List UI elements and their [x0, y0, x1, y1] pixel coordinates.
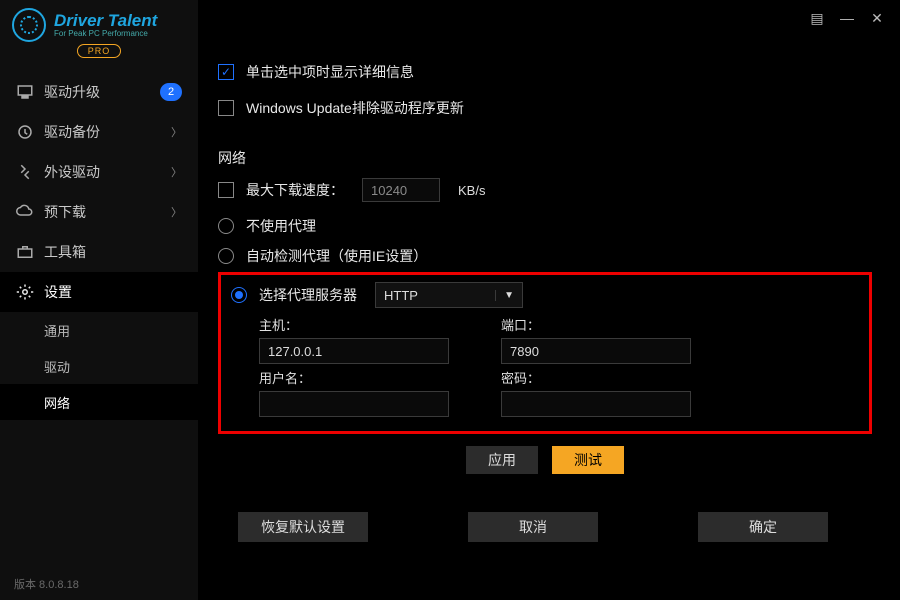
max-speed-label: 最大下载速度： [246, 180, 344, 200]
section-title-network: 网络 [218, 148, 872, 168]
cancel-button[interactable]: 取消 [468, 512, 598, 542]
ok-button[interactable]: 确定 [698, 512, 828, 542]
nav: 驱动升级 2 驱动备份 〉 外设驱动 〉 预下载 〉 工具箱 [0, 72, 198, 568]
sidebar: Driver Talent For Peak PC Performance PR… [0, 0, 198, 600]
port-label: 端口： [501, 315, 701, 334]
app-title: Driver Talent [54, 12, 157, 29]
app-logo-icon [12, 8, 46, 42]
max-speed-input[interactable] [362, 178, 440, 202]
pass-input[interactable] [501, 391, 691, 417]
sidebar-item-driver-upgrade[interactable]: 驱动升级 2 [0, 72, 198, 112]
chevron-right-icon: 〉 [171, 204, 182, 220]
sidebar-subitem-label: 通用 [44, 321, 70, 340]
gear-icon [16, 283, 34, 301]
sidebar-item-label: 驱动升级 [44, 82, 150, 102]
checkbox-wu-exclude[interactable] [218, 100, 234, 116]
sidebar-item-label: 外设驱动 [44, 162, 161, 182]
radio-proxy-none[interactable] [218, 218, 234, 234]
sidebar-subitem-label: 驱动 [44, 357, 70, 376]
host-label: 主机： [259, 315, 459, 334]
port-input[interactable] [501, 338, 691, 364]
monitor-icon [16, 83, 34, 101]
logo: Driver Talent For Peak PC Performance PR… [0, 0, 198, 60]
checkbox-max-speed[interactable] [218, 182, 234, 198]
host-input[interactable] [259, 338, 449, 364]
sidebar-subitem-network[interactable]: 网络 [0, 384, 198, 420]
checkbox-label: 单击选中项时显示详细信息 [246, 62, 414, 82]
close-button[interactable]: ✕ [862, 3, 892, 33]
user-input[interactable] [259, 391, 449, 417]
pass-label: 密码： [501, 368, 701, 387]
checkbox-label: Windows Update排除驱动程序更新 [246, 98, 464, 118]
sidebar-subitem-general[interactable]: 通用 [0, 312, 198, 348]
manual-proxy-box: 选择代理服务器 HTTP ▼ 主机： 端口： 用户名： [218, 272, 872, 434]
sidebar-item-toolbox[interactable]: 工具箱 [0, 232, 198, 272]
radio-label: 自动检测代理（使用IE设置） [246, 246, 427, 266]
chevron-right-icon: 〉 [171, 164, 182, 180]
sidebar-item-predownload[interactable]: 预下载 〉 [0, 192, 198, 232]
test-button[interactable]: 测试 [552, 446, 624, 474]
apply-button[interactable]: 应用 [466, 446, 538, 474]
sidebar-subitem-driver[interactable]: 驱动 [0, 348, 198, 384]
radio-proxy-auto[interactable] [218, 248, 234, 264]
user-label: 用户名： [259, 368, 459, 387]
menu-icon[interactable]: ▤ [802, 3, 832, 33]
badge-count: 2 [160, 83, 182, 101]
chevron-down-icon: ▼ [495, 290, 514, 301]
cloud-download-icon [16, 203, 34, 221]
checkbox-show-detail[interactable] [218, 64, 234, 80]
sidebar-subitem-label: 网络 [44, 393, 70, 412]
sidebar-item-label: 预下载 [44, 202, 161, 222]
sidebar-item-label: 驱动备份 [44, 122, 161, 142]
app-subtitle: For Peak PC Performance [54, 29, 157, 39]
proxy-type-value: HTTP [384, 288, 418, 303]
titlebar: ▤ — ✕ [794, 0, 900, 36]
speed-unit: KB/s [458, 183, 485, 198]
main-panel: ▤ — ✕ 单击选中项时显示详细信息 Windows Update排除驱动程序更… [198, 0, 900, 600]
pro-badge: PRO [77, 44, 122, 58]
radio-proxy-manual[interactable] [231, 287, 247, 303]
minimize-button[interactable]: — [832, 3, 862, 33]
sidebar-item-label: 工具箱 [44, 242, 182, 262]
usb-icon [16, 163, 34, 181]
clock-icon [16, 123, 34, 141]
proxy-type-select[interactable]: HTTP ▼ [375, 282, 523, 308]
radio-label: 不使用代理 [246, 216, 316, 236]
sidebar-item-peripheral[interactable]: 外设驱动 〉 [0, 152, 198, 192]
restore-defaults-button[interactable]: 恢复默认设置 [238, 512, 368, 542]
version-label: 版本 8.0.8.18 [0, 568, 198, 600]
radio-label: 选择代理服务器 [259, 285, 357, 305]
sidebar-item-label: 设置 [44, 282, 182, 302]
sidebar-item-settings[interactable]: 设置 [0, 272, 198, 312]
toolbox-icon [16, 243, 34, 261]
chevron-right-icon: 〉 [171, 124, 182, 140]
sidebar-item-driver-backup[interactable]: 驱动备份 〉 [0, 112, 198, 152]
